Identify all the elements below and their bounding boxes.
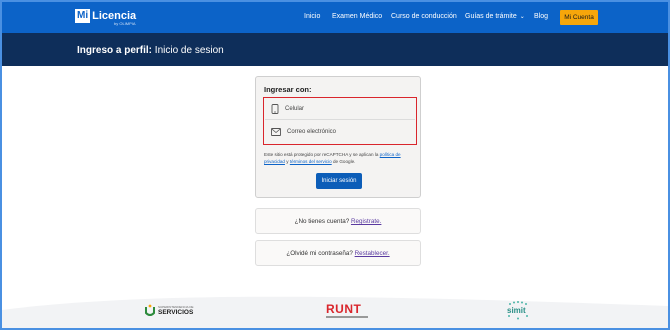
recaptcha-text-2: de Google. (332, 159, 356, 164)
login-options-highlight: Celular Correo electrónico (263, 97, 417, 145)
register-link[interactable]: Registrate. (351, 218, 381, 225)
runt-wordmark: RUNT (326, 302, 362, 316)
reset-password-link[interactable]: Restablecer. (355, 250, 390, 257)
logo-subtitle: by OLIMPIA (114, 21, 136, 26)
recaptcha-notice: Este sitio está protegido por reCAPTCHA … (264, 151, 416, 165)
login-heading: Ingresar con: (264, 85, 312, 94)
login-option-phone[interactable]: Celular (265, 99, 415, 120)
simit-wordmark: simit (507, 306, 526, 315)
page-title-bold: Ingreso a perfil: (77, 45, 153, 56)
reset-question: ¿Olvidé mi contraseña? (286, 250, 353, 257)
page-title-rest: Inicio de sesion (154, 45, 224, 56)
login-option-phone-label: Celular (285, 106, 305, 112)
runt-logo: RUNT (326, 303, 368, 318)
recaptcha-and: y (286, 159, 289, 164)
nav-link-inicio[interactable]: Inicio (304, 13, 320, 20)
superservicios-logo: SUPERINTENDENCIA DE SERVICIOS (144, 304, 194, 323)
iniciar-sesion-button[interactable]: Iniciar sesión (316, 173, 362, 189)
chevron-down-icon: ⌄ (519, 14, 525, 20)
nav-link-curso-conduccion[interactable]: Curso de conducción (391, 13, 457, 20)
envelope-icon (271, 127, 281, 136)
mobile-phone-icon (271, 104, 279, 114)
simit-logo: simit (505, 300, 531, 325)
browser-frame: Mi Licencia by OLIMPIA Inicio Examen Méd… (0, 0, 670, 330)
logo-mark: Mi (75, 9, 91, 23)
top-navbar: Mi Licencia by OLIMPIA Inicio Examen Méd… (2, 2, 668, 33)
register-box: ¿No tienes cuenta? Registrate. (255, 208, 421, 234)
nav-link-guias-label: Guías de trámite (465, 13, 517, 20)
recaptcha-text-1: Este sitio está protegido por reCAPTCHA … (264, 152, 379, 157)
superservicios-line2: SERVICIOS (158, 309, 194, 316)
nav-link-guias-tramite[interactable]: Guías de trámite ⌄ (465, 13, 525, 20)
nav-link-examen-medico[interactable]: Examen Médico (332, 13, 382, 20)
mi-cuenta-button[interactable]: Mi Cuenta (560, 10, 598, 25)
register-question: ¿No tienes cuenta? (294, 218, 350, 225)
login-option-email-label: Correo electrónico (287, 128, 337, 135)
nav-link-blog[interactable]: Blog (534, 13, 548, 20)
reset-password-box: ¿Olvidé mi contraseña? Restablecer. (255, 240, 421, 266)
login-card: Ingresar con: Celular Correo electrónico… (255, 76, 421, 198)
runt-underline (326, 316, 368, 318)
page-title-bar: Ingreso a perfil: Inicio de sesion (2, 33, 668, 66)
terms-of-service-link[interactable]: términos del servicio (290, 159, 332, 164)
page-title: Ingreso a perfil: Inicio de sesion (77, 45, 224, 56)
login-option-email[interactable]: Correo electrónico (265, 121, 415, 142)
